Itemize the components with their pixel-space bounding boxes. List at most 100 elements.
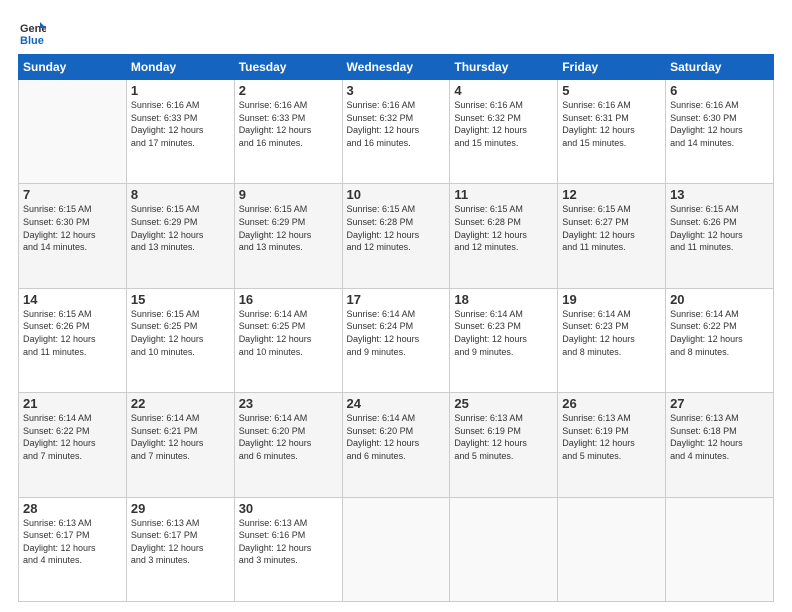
day-number: 27 (670, 396, 769, 411)
calendar-cell: 25Sunrise: 6:13 AM Sunset: 6:19 PM Dayli… (450, 393, 558, 497)
calendar-cell (558, 497, 666, 601)
calendar-cell: 14Sunrise: 6:15 AM Sunset: 6:26 PM Dayli… (19, 288, 127, 392)
calendar-table: SundayMondayTuesdayWednesdayThursdayFrid… (18, 54, 774, 602)
day-info: Sunrise: 6:13 AM Sunset: 6:16 PM Dayligh… (239, 517, 338, 567)
day-number: 1 (131, 83, 230, 98)
day-info: Sunrise: 6:15 AM Sunset: 6:27 PM Dayligh… (562, 203, 661, 253)
week-row-3: 14Sunrise: 6:15 AM Sunset: 6:26 PM Dayli… (19, 288, 774, 392)
calendar-cell: 3Sunrise: 6:16 AM Sunset: 6:32 PM Daylig… (342, 80, 450, 184)
day-number: 12 (562, 187, 661, 202)
day-info: Sunrise: 6:16 AM Sunset: 6:30 PM Dayligh… (670, 99, 769, 149)
calendar-cell: 6Sunrise: 6:16 AM Sunset: 6:30 PM Daylig… (666, 80, 774, 184)
svg-text:Blue: Blue (20, 35, 44, 46)
calendar-cell: 12Sunrise: 6:15 AM Sunset: 6:27 PM Dayli… (558, 184, 666, 288)
day-number: 13 (670, 187, 769, 202)
day-number: 7 (23, 187, 122, 202)
day-info: Sunrise: 6:14 AM Sunset: 6:20 PM Dayligh… (347, 412, 446, 462)
day-number: 23 (239, 396, 338, 411)
calendar-cell (19, 80, 127, 184)
calendar-cell: 1Sunrise: 6:16 AM Sunset: 6:33 PM Daylig… (126, 80, 234, 184)
day-info: Sunrise: 6:14 AM Sunset: 6:22 PM Dayligh… (23, 412, 122, 462)
header-thursday: Thursday (450, 55, 558, 80)
day-number: 17 (347, 292, 446, 307)
calendar-body: 1 Sunrise: 6:16 AM Sunset: 6:33 PM Daylig… (19, 80, 774, 602)
calendar-header-row: SundayMondayTuesdayWednesdayThursdayFrid… (19, 55, 774, 80)
day-number: 21 (23, 396, 122, 411)
calendar-cell (666, 497, 774, 601)
calendar-cell: 23Sunrise: 6:14 AM Sunset: 6:20 PM Dayli… (234, 393, 342, 497)
day-number: 19 (562, 292, 661, 307)
day-number: 4 (454, 83, 553, 98)
calendar-cell: 7Sunrise: 6:15 AM Sunset: 6:30 PM Daylig… (19, 184, 127, 288)
day-number: 6 (670, 83, 769, 98)
day-number: 10 (347, 187, 446, 202)
day-info: Sunrise: 6:15 AM Sunset: 6:25 PM Dayligh… (131, 308, 230, 358)
day-info: Sunrise: 6:15 AM Sunset: 6:28 PM Dayligh… (347, 203, 446, 253)
calendar-cell: 27Sunrise: 6:13 AM Sunset: 6:18 PM Dayli… (666, 393, 774, 497)
day-number: 18 (454, 292, 553, 307)
calendar-cell: 30Sunrise: 6:13 AM Sunset: 6:16 PM Dayli… (234, 497, 342, 601)
day-number: 11 (454, 187, 553, 202)
day-info: Sunrise: 6:14 AM Sunset: 6:21 PM Dayligh… (131, 412, 230, 462)
day-info: Sunrise: 6:13 AM Sunset: 6:17 PM Dayligh… (131, 517, 230, 567)
week-row-4: 21Sunrise: 6:14 AM Sunset: 6:22 PM Dayli… (19, 393, 774, 497)
day-number: 29 (131, 501, 230, 516)
day-number: 15 (131, 292, 230, 307)
calendar-cell: 13Sunrise: 6:15 AM Sunset: 6:26 PM Dayli… (666, 184, 774, 288)
calendar-cell: 17Sunrise: 6:14 AM Sunset: 6:24 PM Dayli… (342, 288, 450, 392)
day-number: 2 (239, 83, 338, 98)
week-row-2: 7Sunrise: 6:15 AM Sunset: 6:30 PM Daylig… (19, 184, 774, 288)
calendar-cell: 26Sunrise: 6:13 AM Sunset: 6:19 PM Dayli… (558, 393, 666, 497)
day-number: 30 (239, 501, 338, 516)
day-info: Sunrise: 6:16 AM Sunset: 6:32 PM Dayligh… (347, 99, 446, 149)
calendar-cell: 20Sunrise: 6:14 AM Sunset: 6:22 PM Dayli… (666, 288, 774, 392)
day-info: Sunrise: 6:13 AM Sunset: 6:19 PM Dayligh… (562, 412, 661, 462)
calendar-cell: 11Sunrise: 6:15 AM Sunset: 6:28 PM Dayli… (450, 184, 558, 288)
calendar-cell: 4Sunrise: 6:16 AM Sunset: 6:32 PM Daylig… (450, 80, 558, 184)
header-saturday: Saturday (666, 55, 774, 80)
calendar-cell: 28Sunrise: 6:13 AM Sunset: 6:17 PM Dayli… (19, 497, 127, 601)
day-number: 25 (454, 396, 553, 411)
calendar-cell: 2Sunrise: 6:16 AM Sunset: 6:33 PM Daylig… (234, 80, 342, 184)
header-tuesday: Tuesday (234, 55, 342, 80)
calendar-cell: 21Sunrise: 6:14 AM Sunset: 6:22 PM Dayli… (19, 393, 127, 497)
day-info: Sunrise: 6:15 AM Sunset: 6:29 PM Dayligh… (239, 203, 338, 253)
week-row-1: 1 Sunrise: 6:16 AM Sunset: 6:33 PM Daylig… (19, 80, 774, 184)
calendar-cell: 15Sunrise: 6:15 AM Sunset: 6:25 PM Dayli… (126, 288, 234, 392)
calendar-cell: 8Sunrise: 6:15 AM Sunset: 6:29 PM Daylig… (126, 184, 234, 288)
day-info: Sunrise: 6:14 AM Sunset: 6:22 PM Dayligh… (670, 308, 769, 358)
day-number: 14 (23, 292, 122, 307)
logo-icon: General Blue (18, 18, 46, 46)
day-number: 28 (23, 501, 122, 516)
day-info: Sunrise: 6:14 AM Sunset: 6:23 PM Dayligh… (562, 308, 661, 358)
calendar-cell: 18Sunrise: 6:14 AM Sunset: 6:23 PM Dayli… (450, 288, 558, 392)
day-number: 5 (562, 83, 661, 98)
logo: General Blue (18, 18, 50, 46)
calendar-cell (342, 497, 450, 601)
header-wednesday: Wednesday (342, 55, 450, 80)
day-info: Sunrise: 6:15 AM Sunset: 6:29 PM Dayligh… (131, 203, 230, 253)
day-number: 9 (239, 187, 338, 202)
day-info: Sunrise: 6:16 AM Sunset: 6:31 PM Dayligh… (562, 99, 661, 149)
day-info: Sunrise: 6:15 AM Sunset: 6:28 PM Dayligh… (454, 203, 553, 253)
day-info: Sunrise: 6:14 AM Sunset: 6:25 PM Dayligh… (239, 308, 338, 358)
calendar-cell (450, 497, 558, 601)
day-info: Sunrise: 6:15 AM Sunset: 6:26 PM Dayligh… (23, 308, 122, 358)
day-info: Sunrise: 6:15 AM Sunset: 6:30 PM Dayligh… (23, 203, 122, 253)
day-number: 16 (239, 292, 338, 307)
day-info: Sunrise: 6:14 AM Sunset: 6:24 PM Dayligh… (347, 308, 446, 358)
calendar-cell: 9Sunrise: 6:15 AM Sunset: 6:29 PM Daylig… (234, 184, 342, 288)
calendar-cell: 16Sunrise: 6:14 AM Sunset: 6:25 PM Dayli… (234, 288, 342, 392)
day-info: Sunrise: 6:13 AM Sunset: 6:19 PM Dayligh… (454, 412, 553, 462)
day-info: Sunrise: 6:13 AM Sunset: 6:18 PM Dayligh… (670, 412, 769, 462)
calendar-cell: 19Sunrise: 6:14 AM Sunset: 6:23 PM Dayli… (558, 288, 666, 392)
day-number: 3 (347, 83, 446, 98)
day-number: 20 (670, 292, 769, 307)
calendar-cell: 24Sunrise: 6:14 AM Sunset: 6:20 PM Dayli… (342, 393, 450, 497)
header-friday: Friday (558, 55, 666, 80)
calendar-cell: 10Sunrise: 6:15 AM Sunset: 6:28 PM Dayli… (342, 184, 450, 288)
day-info: Sunrise: 6:16 AM Sunset: 6:32 PM Dayligh… (454, 99, 553, 149)
week-row-5: 28 Sunrise: 6:13 AM Sunset: 6:17 PM Dayli… (19, 497, 774, 601)
day-number: 26 (562, 396, 661, 411)
day-info: Sunrise: 6:16 AM Sunset: 6:33 PM Dayligh… (239, 99, 338, 149)
